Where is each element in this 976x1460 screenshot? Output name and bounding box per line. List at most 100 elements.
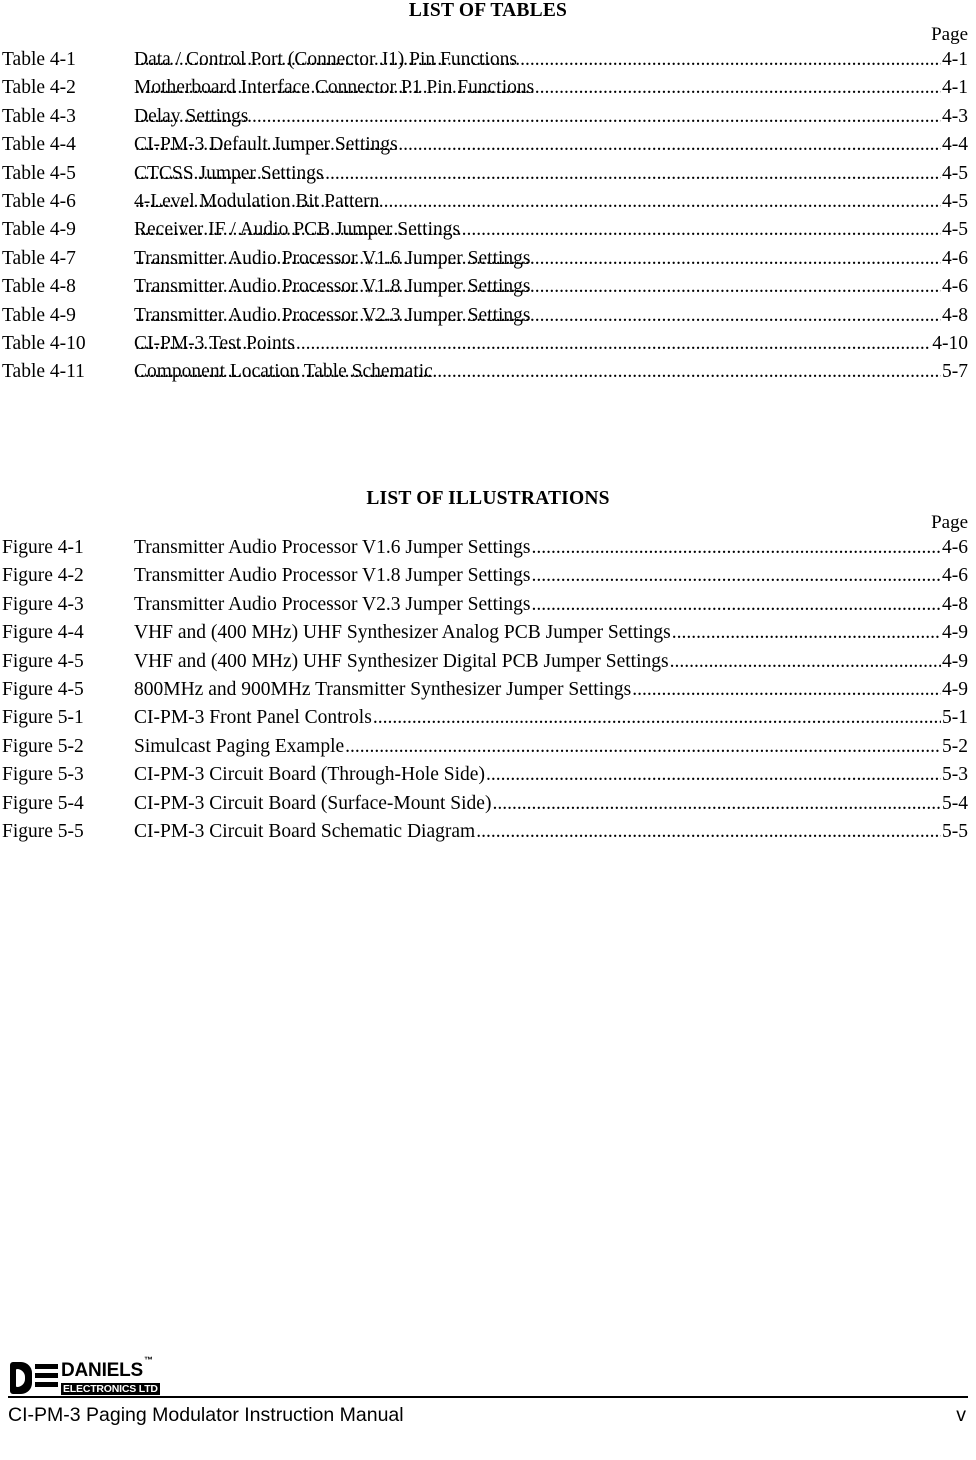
figure-list-entry[interactable]: Figure 4-4 VHF and (400 MHz) UHF Synthesi… xyxy=(0,619,976,647)
logo-wordmark: DANIELS™ ELECTRONICS LTD xyxy=(61,1356,160,1396)
table-list-entry-page: 4-5 xyxy=(942,219,968,241)
table-list-entry-label: Table 4-7 xyxy=(2,247,76,269)
table-list-entry-title: CI-PM-3 Test Points xyxy=(134,333,295,355)
list-of-illustrations: Figure 4-1 Transmitter Audio Processor V1… xyxy=(0,534,976,846)
table-list-entry-page: 4-3 xyxy=(942,105,968,127)
dot-leader: ........................................… xyxy=(135,134,941,156)
table-list-entry-label: Table 4-9 xyxy=(2,219,76,241)
table-list-entry-label: Table 4-6 xyxy=(2,191,76,213)
table-list-entry-page: 4-5 xyxy=(942,162,968,184)
footer-divider xyxy=(8,1396,968,1398)
figure-list-entry-title: CI-PM-3 Circuit Board (Through-Hole Side… xyxy=(134,764,485,786)
logo-brand-text: DANIELS™ xyxy=(61,1356,160,1381)
dot-leader: ........................................… xyxy=(135,361,941,383)
list-of-tables-section: LIST OF TABLES Page Table 4-1 Data / Cont… xyxy=(0,0,976,387)
table-list-entry-label: Table 4-11 xyxy=(2,361,85,383)
table-list-entry-label: Table 4-4 xyxy=(2,134,76,156)
table-list-entry-page: 4-6 xyxy=(942,247,968,269)
logo-bars-icon xyxy=(35,1364,58,1392)
figure-list-entry[interactable]: Figure 5-2 Simulcast Paging Example......… xyxy=(0,733,976,761)
figure-list-entry-page: 4-9 xyxy=(942,679,968,701)
dot-leader: ........................................… xyxy=(632,679,941,701)
dot-leader: ........................................… xyxy=(135,162,941,184)
figure-list-entry-page: 4-6 xyxy=(942,537,968,558)
table-list-entry[interactable]: Table 4-9 Transmitter Audio Processor V2.… xyxy=(0,302,976,330)
table-list-entry[interactable]: Table 4-8 Transmitter Audio Processor V1.… xyxy=(0,273,976,301)
figure-list-entry-page: 4-9 xyxy=(942,650,968,672)
figure-list-entry-label: Figure 4-4 xyxy=(2,622,84,644)
figure-list-entry-title: VHF and (400 MHz) UHF Synthesizer Analog… xyxy=(134,622,671,644)
figure-list-entry-title: CI-PM-3 Front Panel Controls xyxy=(134,707,372,729)
figure-list-entry-page: 4-8 xyxy=(942,593,968,615)
document-page: LIST OF TABLES Page Table 4-1 Data / Cont… xyxy=(0,0,976,1460)
figure-list-entry[interactable]: Figure 4-1 Transmitter Audio Processor V1… xyxy=(0,534,976,562)
list-of-illustrations-heading: LIST OF ILLUSTRATIONS xyxy=(366,488,610,509)
table-list-entry[interactable]: Table 4-5 CTCSS Jumper Settings..........… xyxy=(0,160,976,188)
table-list-entry[interactable]: Table 4-3 Delay Settings.................… xyxy=(0,103,976,131)
table-list-entry-title: Transmitter Audio Processor V1.6 Jumper … xyxy=(134,247,531,269)
table-list-entry-page: 4-4 xyxy=(942,134,968,156)
dot-leader: ........................................… xyxy=(476,821,941,843)
list-of-illustrations-section: LIST OF ILLUSTRATIONS Page Figure 4-1 Tra… xyxy=(0,488,976,846)
figure-list-entry-page: 4-6 xyxy=(942,565,968,587)
table-list-entry[interactable]: Table 4-1 Data / Control Port (Connector … xyxy=(0,46,976,74)
figure-list-entry[interactable]: Figure 4-3 Transmitter Audio Processor V2… xyxy=(0,591,976,619)
table-list-entry-label: Table 4-10 xyxy=(2,333,86,355)
table-list-entry-label: Table 4-5 xyxy=(2,162,76,184)
figure-list-entry-page: 4-9 xyxy=(942,622,968,644)
figure-list-entry-label: Figure 4-1 xyxy=(2,537,84,558)
dot-leader: ........................................… xyxy=(135,247,941,269)
table-list-entry-label: Table 4-8 xyxy=(2,276,76,298)
table-list-entry[interactable]: Table 4-6 4-Level Modulation Bit Pattern.… xyxy=(0,188,976,216)
logo-mark-icon xyxy=(10,1362,58,1394)
dot-leader: ........................................… xyxy=(492,792,941,814)
figure-list-entry[interactable]: Figure 5-4 CI-PM-3 Circuit Board (Surface… xyxy=(0,790,976,818)
figure-list-entry-label: Figure 5-1 xyxy=(2,707,84,729)
table-list-entry[interactable]: Table 4-7 Transmitter Audio Processor V1.… xyxy=(0,245,976,273)
figure-list-entry-title: Simulcast Paging Example xyxy=(134,735,345,757)
table-list-entry-title: Receiver IF / Audio PCB Jumper Settings xyxy=(134,219,461,241)
figure-list-entry[interactable]: Figure 5-3 CI-PM-3 Circuit Board (Through… xyxy=(0,761,976,789)
dot-leader: ........................................… xyxy=(135,276,941,298)
figure-list-entry-title: VHF and (400 MHz) UHF Synthesizer Digita… xyxy=(134,650,669,672)
logo-trademark-symbol: ™ xyxy=(144,1355,153,1366)
table-list-entry-title: CTCSS Jumper Settings xyxy=(134,162,324,184)
figure-list-entry-label: Figure 4-3 xyxy=(2,593,84,615)
dot-leader: ........................................… xyxy=(135,219,941,241)
table-list-entry-page: 4-6 xyxy=(942,276,968,298)
figure-list-entry-title: Transmitter Audio Processor V1.8 Jumper … xyxy=(134,565,531,587)
dot-leader: ........................................… xyxy=(531,565,941,587)
table-list-entry[interactable]: Table 4-9 Receiver IF / Audio PCB Jumper … xyxy=(0,216,976,244)
table-list-entry-label: Table 4-3 xyxy=(2,105,76,127)
table-list-entry-title: Data / Control Port (Connector J1) Pin F… xyxy=(134,49,517,70)
figure-list-entry[interactable]: Figure 4-2 Transmitter Audio Processor V1… xyxy=(0,562,976,590)
table-list-entry-page: 5-7 xyxy=(942,361,968,383)
table-list-entry[interactable]: Table 4-11 Component Location Table Schem… xyxy=(0,358,976,386)
figure-list-entry[interactable]: Figure 5-1 CI-PM-3 Front Panel Controls..… xyxy=(0,704,976,732)
table-list-entry-label: Table 4-9 xyxy=(2,304,76,326)
table-list-entry-title: Transmitter Audio Processor V2.3 Jumper … xyxy=(134,304,531,326)
logo-brand-label: DANIELS xyxy=(61,1359,143,1381)
dot-leader: ........................................… xyxy=(485,764,941,786)
table-list-entry[interactable]: Table 4-2 Motherboard Interface Connector… xyxy=(0,74,976,102)
figure-list-entry-label: Figure 5-3 xyxy=(2,764,84,786)
figure-list-entry-title: CI-PM-3 Circuit Board Schematic Diagram xyxy=(134,821,476,843)
figure-list-entry-title: Transmitter Audio Processor V2.3 Jumper … xyxy=(134,593,531,615)
figure-list-entry[interactable]: Figure 4-5 VHF and (400 MHz) UHF Synthesi… xyxy=(0,648,976,676)
figure-list-entry-page: 5-5 xyxy=(942,821,968,843)
table-list-entry-title: 4-Level Modulation Bit Pattern xyxy=(134,191,380,213)
dot-leader: ........................................… xyxy=(372,707,941,729)
table-list-entry-title: CI-PM-3 Default Jumper Settings xyxy=(134,134,398,156)
table-list-entry[interactable]: Table 4-4 CI-PM-3 Default Jumper Settings… xyxy=(0,131,976,159)
figure-list-entry-label: Figure 5-2 xyxy=(2,735,84,757)
table-list-entry[interactable]: Table 4-10 CI-PM-3 Test Points...........… xyxy=(0,330,976,358)
illustrations-page-column-label: Page xyxy=(931,512,968,533)
figure-list-entry-page: 5-3 xyxy=(942,764,968,786)
figure-list-entry[interactable]: Figure 4-5 800MHz and 900MHz Transmitter … xyxy=(0,676,976,704)
figure-list-entry-page: 5-4 xyxy=(942,792,968,814)
dot-leader: ........................................… xyxy=(531,593,941,615)
figure-list-entry[interactable]: Figure 5-5 CI-PM-3 Circuit Board Schemati… xyxy=(0,818,976,846)
table-list-entry-title: Motherboard Interface Connector P1 Pin F… xyxy=(134,77,535,99)
table-list-entry-page: 4-10 xyxy=(932,333,968,355)
figure-list-entry-label: Figure 4-2 xyxy=(2,565,84,587)
